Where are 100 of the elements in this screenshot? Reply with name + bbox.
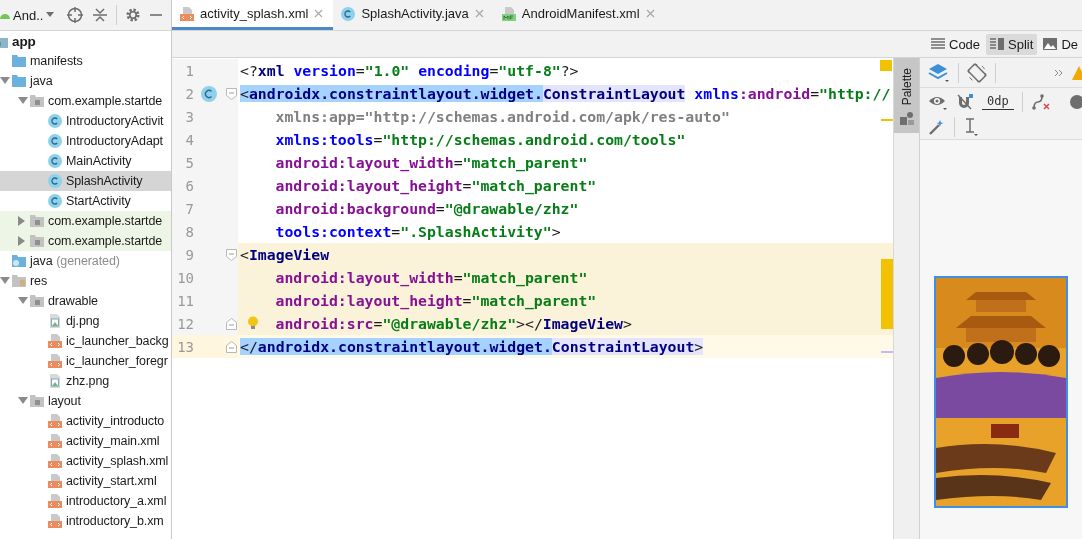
tree-item[interactable]: introductory_b.xm bbox=[0, 511, 171, 531]
default-margin-dropdown[interactable]: 0dp bbox=[982, 93, 1014, 110]
class-icon bbox=[341, 6, 356, 21]
tree-item[interactable]: SplashActivity bbox=[0, 171, 171, 191]
line-number: 10 bbox=[176, 269, 194, 286]
rotate-icon[interactable] bbox=[967, 62, 987, 83]
image-file-icon bbox=[48, 314, 62, 328]
folder-icon bbox=[12, 275, 26, 287]
code-line: xmlns:app="http://schemas.android.com/apk/res-auto" bbox=[275, 106, 730, 127]
folder-icon bbox=[30, 95, 44, 107]
tree-item[interactable]: com.example.startde bbox=[0, 91, 171, 111]
tree-item-label: java bbox=[30, 74, 53, 88]
tree-item[interactable]: zhz.png bbox=[0, 371, 171, 391]
editor-tab[interactable]: activity_splash.xml bbox=[172, 0, 334, 30]
collapse-all-icon[interactable] bbox=[92, 6, 109, 24]
class-icon bbox=[48, 134, 62, 148]
clear-constraints-icon[interactable] bbox=[1030, 92, 1051, 111]
line-number: 4 bbox=[184, 131, 194, 148]
fold-icon[interactable] bbox=[225, 340, 237, 353]
tree-item-label: StartActivity bbox=[66, 194, 131, 208]
tree-item[interactable]: ic_launcher_backg bbox=[0, 331, 171, 351]
folder-icon bbox=[12, 75, 26, 87]
tree-item[interactable]: MainActivity bbox=[0, 151, 171, 171]
code-line: <?xml version="1.0" encoding="utf-8"?> bbox=[240, 60, 579, 81]
tree-item[interactable]: activity_splash.xml bbox=[0, 451, 171, 471]
locate-icon[interactable] bbox=[66, 6, 85, 24]
tree-item[interactable]: drawable bbox=[0, 291, 171, 311]
line-number: 1 bbox=[184, 62, 194, 79]
tree-item[interactable]: dj.png bbox=[0, 311, 171, 331]
fold-icon[interactable] bbox=[225, 87, 237, 100]
tree-item[interactable]: StartActivity bbox=[0, 191, 171, 211]
triangle-down-icon bbox=[18, 97, 28, 105]
editor-tab[interactable]: AndroidManifest.xml bbox=[493, 0, 665, 30]
tree-item-label: MainActivity bbox=[66, 154, 132, 168]
tree-item[interactable]: activity_start.xml bbox=[0, 471, 171, 491]
tree-item[interactable]: layout bbox=[0, 391, 171, 411]
code-line: android:layout_width="match_parent" bbox=[275, 152, 588, 173]
tree-item[interactable]: activity_introducto bbox=[0, 411, 171, 431]
close-icon[interactable] bbox=[645, 9, 655, 18]
class-icon[interactable] bbox=[200, 84, 218, 103]
view-mode-button[interactable]: Code bbox=[927, 33, 985, 55]
xml-file-icon bbox=[48, 514, 62, 528]
folder-icon bbox=[12, 255, 26, 267]
folder-icon bbox=[12, 55, 26, 67]
code-line: xmlns:tools="http://schemas.android.com/tools" bbox=[275, 129, 686, 150]
code-line: </androidx.constraintlayout.widget.ConstraintLayout> bbox=[240, 336, 704, 357]
lightbulb-icon[interactable] bbox=[247, 316, 259, 330]
error-stripe-mark bbox=[880, 60, 892, 71]
image-file-icon bbox=[48, 374, 62, 388]
fold-icon[interactable] bbox=[225, 248, 237, 261]
align-icon[interactable] bbox=[963, 118, 979, 136]
tree-item[interactable]: ic_launcher_foregr bbox=[0, 351, 171, 371]
tree-item-label: IntroductoryAdapt bbox=[66, 134, 163, 148]
tree-item[interactable]: app bbox=[0, 31, 171, 51]
code-line: <ImageView bbox=[240, 244, 330, 265]
tree-item[interactable]: IntroductoryAdapt bbox=[0, 131, 171, 151]
tree-item-label: activity_splash.xml bbox=[66, 454, 169, 468]
xml-file-icon bbox=[48, 434, 62, 448]
xml-file-icon bbox=[48, 334, 62, 348]
code-line: android:layout_width="match_parent" bbox=[275, 267, 588, 288]
fold-icon[interactable] bbox=[225, 317, 237, 330]
tree-item-label: ic_launcher_backg bbox=[66, 334, 169, 348]
tree-item[interactable]: introductory_a.xml bbox=[0, 491, 171, 511]
close-icon[interactable] bbox=[474, 9, 484, 18]
line-number: 2 bbox=[184, 85, 194, 102]
tree-item-label: SplashActivity bbox=[66, 174, 143, 188]
view-mode-button[interactable]: Split bbox=[986, 33, 1038, 55]
tree-item[interactable]: com.example.startde bbox=[0, 231, 171, 251]
tree-item[interactable]: manifests bbox=[0, 51, 171, 71]
error-stripe-mark bbox=[881, 259, 893, 329]
view-mode-button[interactable]: De bbox=[1039, 33, 1082, 55]
lines-icon bbox=[931, 38, 945, 50]
xml-file-icon bbox=[48, 494, 62, 508]
line-number: 11 bbox=[176, 292, 194, 309]
layers-icon[interactable] bbox=[928, 62, 950, 83]
tree-item[interactable]: IntroductoryActivit bbox=[0, 111, 171, 131]
close-icon[interactable] bbox=[314, 9, 324, 18]
settings-icon[interactable] bbox=[125, 7, 142, 23]
tree-item-label: activity_introducto bbox=[66, 414, 165, 428]
xml-file-icon bbox=[48, 414, 62, 428]
tree-item[interactable]: res bbox=[0, 271, 171, 291]
tree-item[interactable]: activity_main.xml bbox=[0, 431, 171, 451]
line-number: 13 bbox=[176, 338, 194, 355]
tree-item-label: activity_start.xml bbox=[66, 474, 157, 488]
line-number: 7 bbox=[184, 200, 194, 217]
xml-file-icon bbox=[180, 6, 194, 21]
chevron-double-right-icon[interactable] bbox=[1054, 67, 1064, 78]
project-view-dropdown[interactable]: And.. bbox=[0, 7, 59, 23]
editor-tab[interactable]: SplashActivity.java bbox=[333, 0, 494, 30]
tree-item-label: manifests bbox=[30, 54, 83, 68]
tree-item[interactable]: com.example.startde bbox=[0, 211, 171, 231]
tree-item[interactable]: java (generated) bbox=[0, 251, 171, 271]
palette-tab[interactable]: Palette bbox=[894, 58, 919, 134]
warning-icon[interactable] bbox=[1072, 64, 1082, 81]
folder-icon bbox=[30, 215, 44, 227]
help-icon[interactable] bbox=[1070, 94, 1082, 109]
tree-item[interactable]: java bbox=[0, 71, 171, 91]
tree-item-label: java (generated) bbox=[30, 254, 120, 268]
magnet-off-icon[interactable] bbox=[956, 92, 974, 111]
tree-item-label: com.example.startde bbox=[48, 234, 163, 248]
